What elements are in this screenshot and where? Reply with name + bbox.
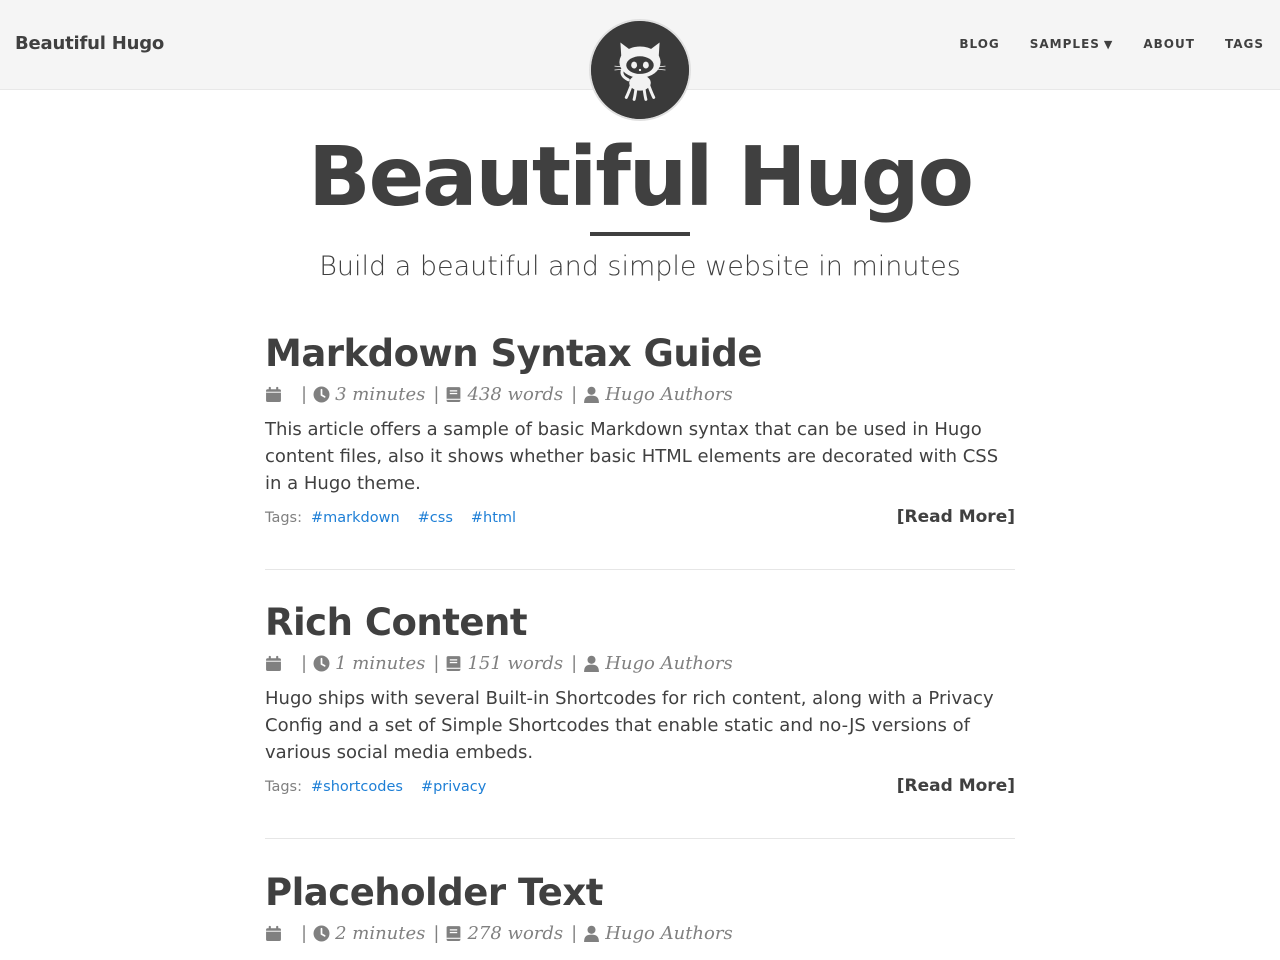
clock-icon — [313, 655, 330, 672]
user-icon — [583, 386, 600, 403]
tag-link[interactable]: #privacy — [421, 779, 486, 795]
post-divider — [265, 838, 1015, 839]
post-meta: | 1 minutes | 151 words | Hugo Authors — [265, 651, 1015, 675]
post-title-link[interactable]: Markdown Syntax Guide — [265, 332, 1015, 376]
meta-separator: | — [433, 652, 440, 674]
nav-link-samples-label: SAMPLES — [1029, 37, 1100, 51]
clock-icon — [313, 386, 330, 403]
post-reading-time: 2 minutes — [335, 922, 426, 944]
nav-link-samples[interactable]: SAMPLES ▼ — [1030, 37, 1114, 51]
post-title-link[interactable]: Placeholder Text — [265, 871, 1015, 915]
page-title: Beautiful Hugo — [308, 130, 974, 225]
nav-link-blog[interactable]: BLOG — [959, 37, 999, 51]
post-title-link[interactable]: Rich Content — [265, 601, 1015, 645]
post-preview: Placeholder Text | 2 minutes | 278 words… — [265, 871, 1015, 945]
meta-separator: | — [301, 922, 308, 944]
nav-link-tags[interactable]: TAGS — [1225, 37, 1264, 51]
meta-separator: | — [571, 652, 578, 674]
book-icon — [445, 925, 462, 942]
post-preview: Rich Content | 1 minutes | 151 words | H… — [265, 601, 1015, 800]
post-reading-time: 3 minutes — [335, 383, 426, 405]
post-word-count: 438 words — [467, 383, 564, 405]
post-author: Hugo Authors — [605, 383, 733, 405]
post-meta: | 2 minutes | 278 words | Hugo Authors — [265, 921, 1015, 945]
tag-link[interactable]: #shortcodes — [311, 779, 403, 795]
brand-link[interactable]: Beautiful Hugo — [15, 33, 164, 54]
tag-link[interactable]: #html — [471, 510, 516, 526]
meta-separator: | — [433, 922, 440, 944]
tag-link[interactable]: #css — [418, 510, 453, 526]
post-divider — [265, 569, 1015, 570]
book-icon — [445, 655, 462, 672]
nav-link-about[interactable]: ABOUT — [1143, 37, 1195, 51]
user-icon — [583, 925, 600, 942]
tags-label: Tags: — [265, 779, 302, 795]
calendar-icon — [265, 925, 282, 942]
caret-down-icon: ▼ — [1103, 37, 1114, 51]
post-author: Hugo Authors — [605, 652, 733, 674]
meta-separator: | — [571, 383, 578, 405]
calendar-icon — [265, 386, 282, 403]
post-author: Hugo Authors — [605, 922, 733, 944]
book-icon — [445, 386, 462, 403]
title-divider — [590, 232, 690, 236]
post-summary: This article offers a sample of basic Ma… — [265, 419, 999, 494]
post-footer: Tags: #markdown #css #html [Read More] — [265, 505, 1015, 531]
meta-separator: | — [433, 383, 440, 405]
post-preview: Markdown Syntax Guide | 3 minutes | 438 … — [265, 332, 1015, 531]
meta-separator: | — [301, 652, 308, 674]
page-subtitle: Build a beautiful and simple website in … — [319, 251, 961, 282]
tags-label: Tags: — [265, 510, 302, 526]
user-icon — [583, 655, 600, 672]
post-reading-time: 1 minutes — [335, 652, 426, 674]
post-word-count: 151 words — [467, 652, 564, 674]
github-octocat-icon[interactable] — [589, 19, 691, 121]
tag-link[interactable]: #markdown — [311, 510, 400, 526]
post-meta: | 3 minutes | 438 words | Hugo Authors — [265, 382, 1015, 406]
read-more-link[interactable]: [Read More] — [897, 774, 1015, 798]
calendar-icon — [265, 655, 282, 672]
meta-separator: | — [571, 922, 578, 944]
nav-links: BLOG SAMPLES ▼ ABOUT TAGS — [929, 37, 1264, 51]
read-more-link[interactable]: [Read More] — [897, 505, 1015, 529]
post-word-count: 278 words — [467, 922, 564, 944]
post-footer: Tags: #shortcodes #privacy [Read More] — [265, 774, 1015, 800]
meta-separator: | — [301, 383, 308, 405]
clock-icon — [313, 925, 330, 942]
post-summary: Hugo ships with several Built-in Shortco… — [265, 688, 994, 763]
